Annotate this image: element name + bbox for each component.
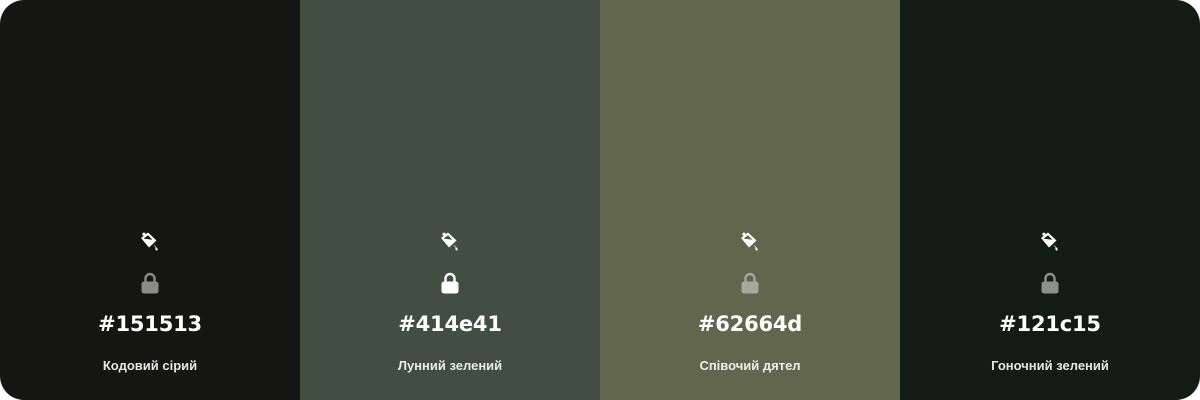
color-swatch-4[interactable]: #121c15 Гоночний зелений: [900, 0, 1200, 400]
color-hex-code[interactable]: #414e41: [300, 312, 600, 336]
swatch-controls: [900, 228, 1200, 296]
swatch-controls: [0, 228, 300, 296]
lock-icon[interactable]: [137, 270, 163, 296]
color-name: Лунний зелений: [397, 358, 503, 373]
paint-bucket-icon[interactable]: [437, 228, 463, 254]
color-hex-code[interactable]: #62664d: [600, 312, 900, 336]
color-name: Гоночний зелений: [991, 358, 1109, 373]
lock-icon[interactable]: [737, 270, 763, 296]
swatch-controls: [300, 228, 600, 296]
lock-icon[interactable]: [437, 270, 463, 296]
paint-bucket-icon[interactable]: [737, 228, 763, 254]
color-palette: #151513 Кодовий сірий #414e41 Лунний зел…: [0, 0, 1200, 400]
lock-icon[interactable]: [1037, 270, 1063, 296]
color-name: Співочий дятел: [699, 358, 801, 373]
paint-bucket-icon[interactable]: [1037, 228, 1063, 254]
color-hex-code[interactable]: #151513: [0, 312, 300, 336]
paint-bucket-icon[interactable]: [137, 228, 163, 254]
color-name: Кодовий сірий: [102, 358, 198, 373]
color-hex-code[interactable]: #121c15: [900, 312, 1200, 336]
color-swatch-2[interactable]: #414e41 Лунний зелений: [300, 0, 600, 400]
swatch-controls: [600, 228, 900, 296]
color-swatch-1[interactable]: #151513 Кодовий сірий: [0, 0, 300, 400]
color-swatch-3[interactable]: #62664d Співочий дятел: [600, 0, 900, 400]
